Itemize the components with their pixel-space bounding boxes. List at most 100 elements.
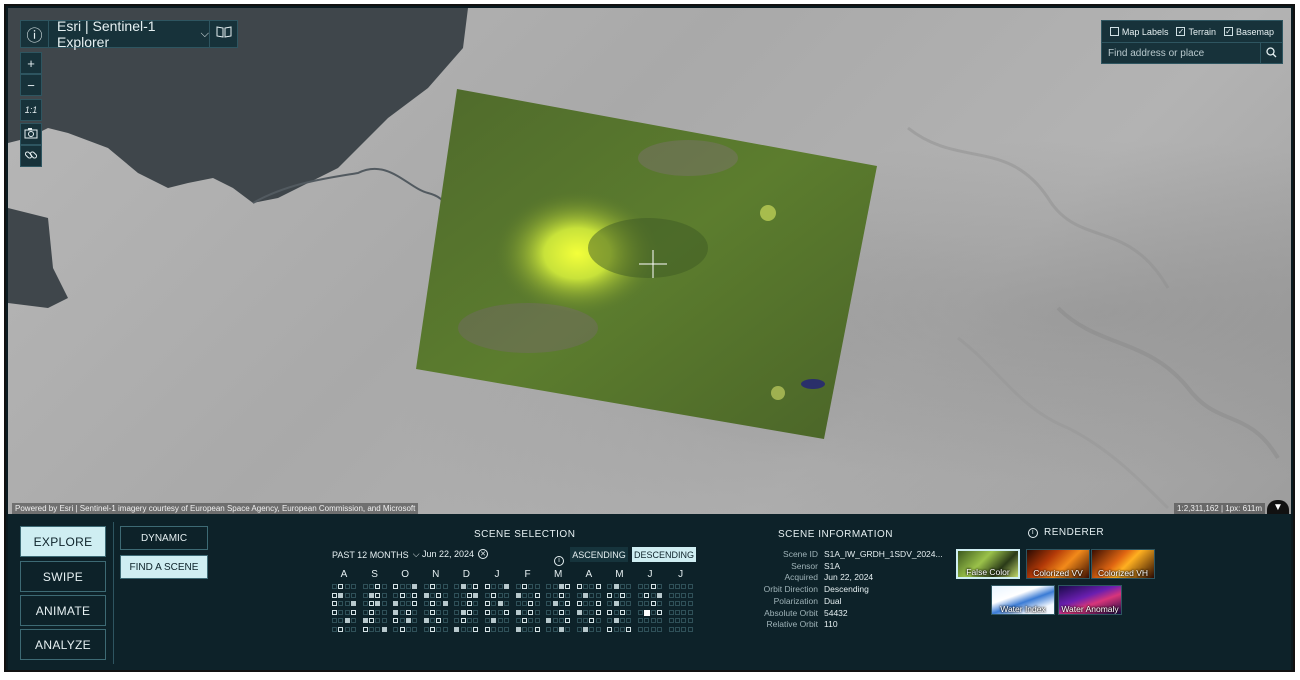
calendar-day-cell[interactable] — [375, 584, 381, 589]
calendar-day-cell[interactable] — [595, 609, 601, 615]
calendar-day-cell[interactable] — [350, 601, 356, 606]
calendar-day-cell[interactable] — [362, 626, 368, 632]
search-input[interactable]: Find address or place — [1102, 48, 1260, 59]
calendar-day-cell[interactable] — [515, 626, 521, 632]
calendar-day-cell[interactable] — [503, 584, 509, 589]
calendar-day-cell[interactable] — [576, 601, 582, 606]
calendar-day-cell[interactable] — [565, 601, 571, 606]
app-switcher[interactable]: Esri | Sentinel-1 Explorer ⌵ — [49, 18, 209, 50]
copy-link-button[interactable] — [20, 145, 42, 167]
calendar-day-cell[interactable] — [393, 618, 399, 623]
calendar-day-cell[interactable] — [589, 618, 595, 623]
calendar-day-cell[interactable] — [650, 584, 656, 589]
zoom-ratio-button[interactable]: 1:1 — [20, 99, 42, 121]
calendar-day-cell[interactable] — [436, 618, 442, 623]
calendar-day-cell[interactable] — [430, 626, 436, 632]
clear-date-icon[interactable]: ✕ — [478, 549, 489, 559]
calendar-day-cell[interactable] — [485, 609, 490, 615]
map-view[interactable]: ⓘ Esri | Sentinel-1 Explorer ⌵ + − 1:1 M… — [8, 8, 1291, 514]
calendar-day-cell[interactable] — [576, 584, 582, 589]
calendar-day-cell[interactable] — [460, 618, 466, 623]
calendar-day-cell[interactable] — [368, 618, 374, 623]
calendar-day-cell[interactable] — [423, 618, 429, 623]
calendar-day-cell[interactable] — [565, 618, 571, 623]
calendar-day-cell[interactable] — [595, 584, 601, 589]
calendar-day-cell[interactable] — [454, 626, 460, 632]
info-icon[interactable]: i — [1028, 527, 1038, 538]
calendar-day-cell[interactable] — [368, 592, 374, 598]
calendar-day-cell[interactable] — [485, 584, 490, 589]
calendar-day-cell[interactable] — [497, 601, 503, 606]
calendar-day-cell[interactable] — [515, 609, 521, 615]
calendar-day-cell[interactable] — [613, 584, 619, 589]
calendar-day-cell[interactable] — [491, 592, 497, 598]
calendar-day-cell[interactable] — [362, 618, 368, 623]
basemap-toggle[interactable]: ✓ Basemap — [1223, 27, 1274, 37]
calendar-day-cell[interactable] — [485, 626, 490, 632]
calendar-day-cell[interactable] — [412, 601, 418, 606]
calendar-day-cell[interactable] — [460, 584, 466, 589]
screenshot-button[interactable] — [20, 123, 42, 145]
calendar-day-cell[interactable] — [595, 601, 601, 606]
calendar-day-cell[interactable] — [613, 601, 619, 606]
calendar-day-cell[interactable] — [576, 609, 582, 615]
calendar-day-cell[interactable] — [558, 626, 564, 632]
calendar-day-cell[interactable] — [368, 609, 374, 615]
calendar-day-cell[interactable] — [558, 584, 564, 589]
calendar-day-cell[interactable] — [607, 609, 613, 615]
calendar-day-cell[interactable] — [644, 609, 651, 616]
calendar-day-cell[interactable] — [644, 592, 650, 598]
collapse-panel-button[interactable]: ▼ — [1267, 500, 1289, 514]
calendar-day-cell[interactable] — [558, 609, 564, 615]
calendar-day-cell[interactable] — [332, 601, 337, 606]
calendar-day-cell[interactable] — [521, 584, 527, 589]
calendar-day-cell[interactable] — [552, 601, 558, 606]
calendar-day-cell[interactable] — [460, 609, 466, 615]
calendar-day-cell[interactable] — [528, 609, 534, 615]
calendar-day-cell[interactable] — [375, 592, 381, 598]
calendar-day-cell[interactable] — [399, 626, 405, 632]
calendar-day-cell[interactable] — [491, 618, 497, 623]
calendar-day-cell[interactable] — [613, 618, 619, 623]
calendar-day-cell[interactable] — [368, 601, 374, 606]
orbit-info-button[interactable]: i — [554, 549, 564, 567]
animate-mode-button[interactable]: ANIMATE — [20, 595, 106, 626]
calendar-day-cell[interactable] — [423, 592, 429, 598]
calendar-day-cell[interactable] — [430, 609, 436, 615]
calendar-day-cell[interactable] — [565, 584, 571, 589]
calendar-day-cell[interactable] — [442, 601, 448, 606]
calendar-day-cell[interactable] — [467, 592, 472, 598]
calendar-day-cell[interactable] — [338, 584, 344, 589]
analyze-mode-button[interactable]: ANALYZE — [20, 629, 106, 660]
descending-button[interactable]: DESCENDING — [632, 547, 696, 562]
calendar-day-cell[interactable] — [332, 609, 337, 615]
calendar-day-cell[interactable] — [375, 601, 381, 606]
dynamic-mode-button[interactable]: DYNAMIC — [120, 526, 208, 550]
calendar-day-cell[interactable] — [650, 601, 656, 606]
calendar-day-cell[interactable] — [607, 592, 613, 598]
calendar-day-cell[interactable] — [485, 601, 490, 606]
calendar-day-cell[interactable] — [620, 609, 625, 615]
calendar-day-cell[interactable] — [620, 592, 625, 598]
calendar-day-cell[interactable] — [583, 592, 589, 598]
calendar-day-cell[interactable] — [350, 609, 356, 615]
calendar-day-cell[interactable] — [430, 584, 436, 589]
docs-button[interactable] — [209, 21, 237, 47]
calendar-day-cell[interactable] — [399, 592, 405, 598]
period-dropdown[interactable]: PAST 12 MONTHS ⌵ — [332, 549, 420, 560]
calendar-day-cell[interactable] — [467, 601, 472, 606]
calendar-day-cell[interactable] — [344, 618, 350, 623]
zoom-out-button[interactable]: − — [20, 74, 42, 96]
info-button[interactable]: ⓘ — [21, 21, 49, 47]
calendar-day-cell[interactable] — [405, 609, 411, 615]
search-button[interactable] — [1260, 43, 1282, 64]
calendar-day-cell[interactable] — [473, 626, 479, 632]
calendar-day-cell[interactable] — [607, 626, 613, 632]
calendar-day-cell[interactable] — [583, 626, 589, 632]
find-scene-button[interactable]: FIND A SCENE — [120, 555, 208, 579]
calendar-day-cell[interactable] — [521, 618, 527, 623]
calendar-day-cell[interactable] — [393, 601, 399, 606]
map-labels-toggle[interactable]: Map Labels — [1109, 27, 1168, 37]
renderer-colorized-vh[interactable]: Colorized VH — [1091, 549, 1155, 579]
ascending-button[interactable]: ASCENDING — [570, 547, 628, 562]
